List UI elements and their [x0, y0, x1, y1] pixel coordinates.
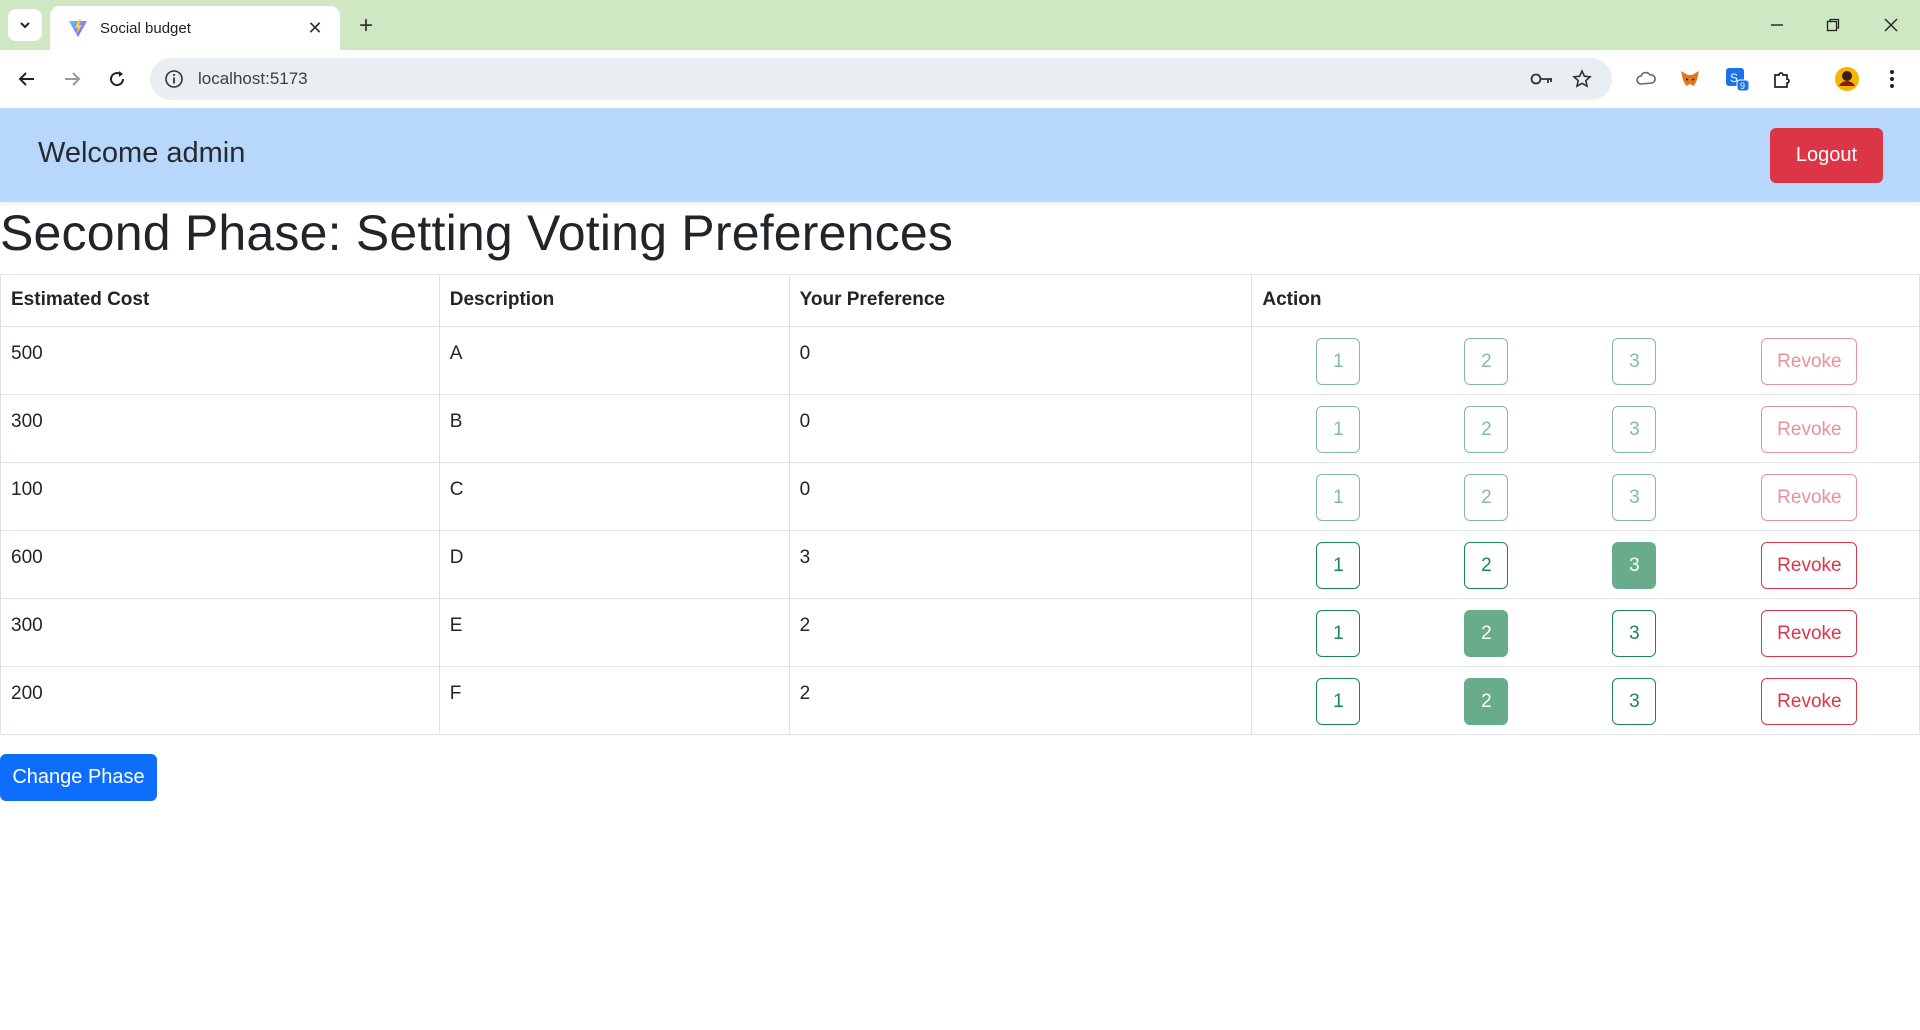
tab-close-icon[interactable]: ✕	[304, 17, 326, 39]
header-action: Action	[1251, 274, 1920, 327]
preference-2-button[interactable]: 2	[1464, 338, 1509, 385]
cell-description: D	[438, 530, 790, 599]
app-navbar: Welcome admin Logout	[0, 108, 1920, 202]
profile-avatar-icon[interactable]	[1833, 65, 1861, 93]
extension-badge: 9	[1740, 81, 1745, 91]
cell-actions: 1 2 3 Revoke	[1251, 598, 1920, 667]
header-your-preference: Your Preference	[788, 274, 1253, 327]
cell-cost: 600	[0, 530, 440, 599]
cell-preference: 3	[788, 530, 1253, 599]
preference-3-button[interactable]: 3	[1612, 474, 1657, 521]
page-title: Second Phase: Setting Voting Preferences	[0, 205, 954, 261]
welcome-text: Welcome admin	[38, 137, 246, 169]
table-row: 600 D 3 1 2 3 Revoke	[0, 530, 1920, 599]
browser-menu-kebab-icon[interactable]	[1878, 65, 1906, 93]
proposals-table: Estimated Cost Description Your Preferen…	[0, 274, 1920, 735]
preference-2-button[interactable]: 2	[1464, 542, 1509, 589]
preference-1-button[interactable]: 1	[1316, 338, 1361, 385]
forward-arrow-icon[interactable]	[57, 64, 87, 94]
cell-cost: 100	[0, 462, 440, 531]
preference-3-button[interactable]: 3	[1612, 406, 1657, 453]
address-bar[interactable]: localhost:5173	[150, 58, 1612, 100]
back-arrow-icon[interactable]	[12, 64, 42, 94]
preference-1-button[interactable]: 1	[1316, 610, 1361, 657]
url-text: localhost:5173	[198, 69, 308, 88]
cell-cost: 300	[0, 394, 440, 463]
revoke-button[interactable]: Revoke	[1761, 678, 1858, 725]
cell-preference: 0	[788, 462, 1253, 531]
revoke-button[interactable]: Revoke	[1761, 406, 1858, 453]
cell-cost: 500	[0, 326, 440, 395]
cell-actions: 1 2 3 Revoke	[1251, 326, 1920, 395]
cell-description: F	[438, 666, 790, 735]
revoke-button[interactable]: Revoke	[1761, 474, 1858, 521]
browser-toolbar: localhost:5173 S9	[0, 50, 1920, 108]
preference-1-button[interactable]: 1	[1316, 678, 1361, 725]
cell-actions: 1 2 3 Revoke	[1251, 394, 1920, 463]
cell-actions: 1 2 3 Revoke	[1251, 666, 1920, 735]
browser-tabstrip: Social budget ✕ +	[0, 0, 1920, 50]
password-key-icon[interactable]	[1530, 67, 1554, 91]
preference-2-button[interactable]: 2	[1464, 406, 1509, 453]
minimize-icon[interactable]	[1762, 10, 1792, 40]
preference-2-button[interactable]: 2	[1464, 610, 1509, 657]
preference-1-button[interactable]: 1	[1316, 406, 1361, 453]
preference-3-button[interactable]: 3	[1612, 542, 1657, 589]
site-info-icon[interactable]	[164, 69, 184, 89]
change-phase-button[interactable]: Change Phase	[0, 754, 157, 801]
window-close-icon[interactable]	[1876, 10, 1906, 40]
tab-title: Social budget	[100, 19, 191, 37]
cloud-extension-icon[interactable]	[1632, 65, 1660, 93]
cell-description: A	[438, 326, 790, 395]
cell-preference: 0	[788, 326, 1253, 395]
cell-actions: 1 2 3 Revoke	[1251, 462, 1920, 531]
preference-2-button[interactable]: 2	[1464, 678, 1509, 725]
header-description: Description	[438, 274, 790, 327]
preference-2-button[interactable]: 2	[1464, 474, 1509, 521]
cell-preference: 2	[788, 598, 1253, 667]
preference-3-button[interactable]: 3	[1612, 338, 1657, 385]
logout-button[interactable]: Logout	[1770, 128, 1883, 183]
preference-3-button[interactable]: 3	[1612, 678, 1657, 725]
table-row: 100 C 0 1 2 3 Revoke	[0, 462, 1920, 531]
chevron-down-icon	[20, 22, 30, 29]
extensions-puzzle-icon[interactable]	[1768, 65, 1796, 93]
cell-cost: 300	[0, 598, 440, 667]
cell-cost: 200	[0, 666, 440, 735]
browser-tab-active[interactable]: Social budget ✕	[50, 6, 340, 50]
preference-1-button[interactable]: 1	[1316, 542, 1361, 589]
translate-extension-icon[interactable]: S9	[1723, 65, 1751, 93]
table-row: 300 E 2 1 2 3 Revoke	[0, 598, 1920, 667]
revoke-button[interactable]: Revoke	[1761, 542, 1858, 589]
cell-preference: 2	[788, 666, 1253, 735]
reload-icon[interactable]	[102, 64, 132, 94]
new-tab-plus-icon[interactable]: +	[352, 12, 380, 40]
table-row: 300 B 0 1 2 3 Revoke	[0, 394, 1920, 463]
revoke-button[interactable]: Revoke	[1761, 338, 1858, 385]
cell-description: E	[438, 598, 790, 667]
cell-preference: 0	[788, 394, 1253, 463]
table-row: 200 F 2 1 2 3 Revoke	[0, 666, 1920, 735]
cell-description: B	[438, 394, 790, 463]
cell-actions: 1 2 3 Revoke	[1251, 530, 1920, 599]
metamask-fox-icon[interactable]	[1676, 65, 1704, 93]
table-row: 500 A 0 1 2 3 Revoke	[0, 326, 1920, 395]
header-estimated-cost: Estimated Cost	[0, 274, 440, 327]
revoke-button[interactable]: Revoke	[1761, 610, 1858, 657]
tab-search-button[interactable]	[8, 9, 42, 41]
vite-favicon-icon	[69, 19, 87, 37]
bookmark-star-icon[interactable]	[1570, 67, 1594, 91]
preference-1-button[interactable]: 1	[1316, 474, 1361, 521]
table-header-row: Estimated Cost Description Your Preferen…	[0, 274, 1920, 327]
cell-description: C	[438, 462, 790, 531]
preference-3-button[interactable]: 3	[1612, 610, 1657, 657]
restore-icon[interactable]	[1818, 10, 1848, 40]
